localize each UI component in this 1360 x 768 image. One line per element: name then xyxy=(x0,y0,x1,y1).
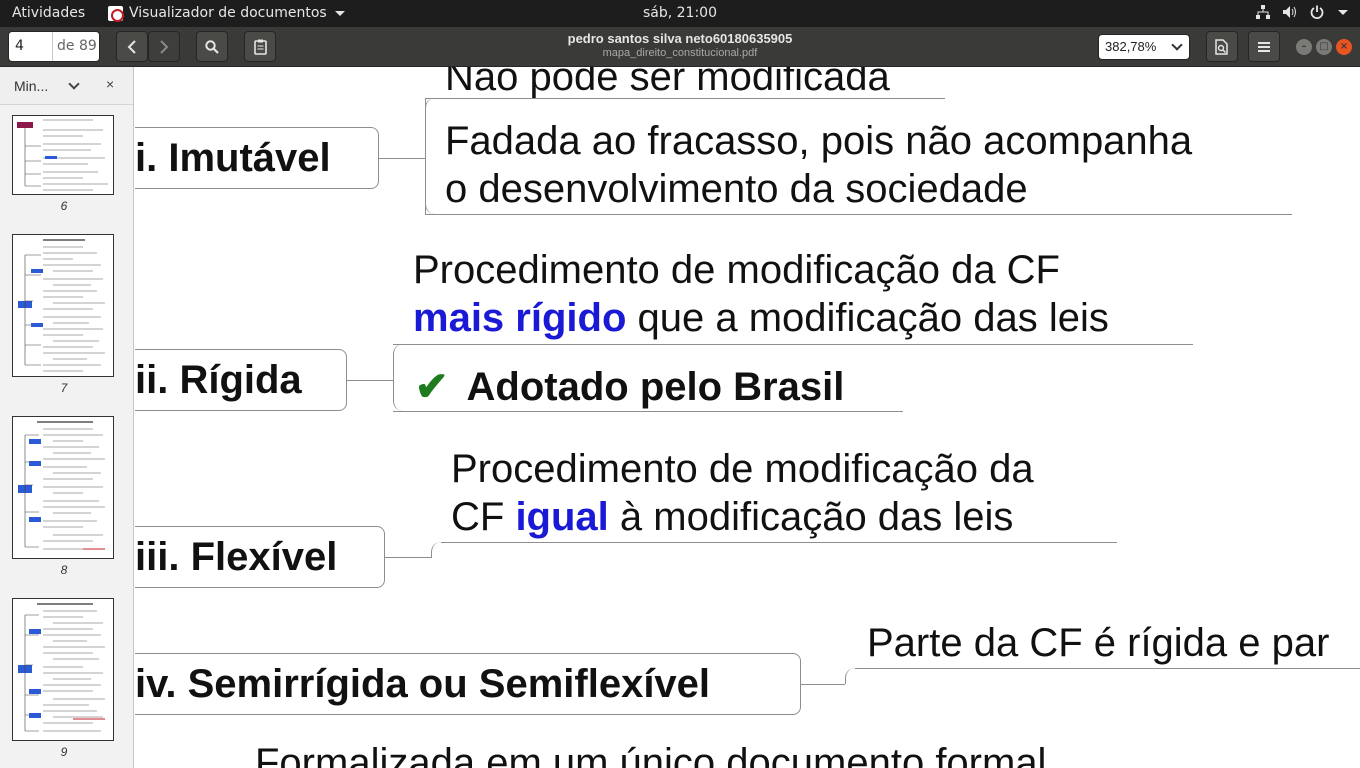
document-title: pedro santos silva neto60180635905 xyxy=(567,31,793,46)
page-thumbnail-9[interactable] xyxy=(12,598,114,741)
node-label: i. Imutável xyxy=(135,136,331,180)
thumbnail-preview xyxy=(18,421,105,550)
page-count-label: de 89 xyxy=(57,38,97,54)
system-top-bar: Atividades Visualizador de documentos sá… xyxy=(0,0,1360,27)
power-icon xyxy=(1310,5,1324,19)
document-viewer-headerbar: 4 de 89 pedro santos silva neto601806359… xyxy=(0,27,1360,67)
document-properties-button[interactable] xyxy=(1206,31,1238,62)
sidebar-header: Min... × xyxy=(0,67,133,105)
volume-icon xyxy=(1283,6,1296,18)
thumbnail-preview xyxy=(18,603,105,732)
leaf-underline xyxy=(425,214,1292,215)
page-thumbnail-7[interactable] xyxy=(12,234,114,377)
checkmark-icon: ✔ xyxy=(415,365,449,409)
thumbnail-page-number: 9 xyxy=(60,745,68,759)
leaf-text: Adotado pelo Brasil xyxy=(466,365,845,409)
clipboard-icon xyxy=(253,39,267,55)
leaf-underline xyxy=(441,542,1117,543)
system-tray[interactable] xyxy=(1256,5,1348,19)
mindmap-node-semirrigida: iv. Semirrígida ou Semiflexível xyxy=(135,653,801,715)
connector-line xyxy=(385,557,431,558)
thumbnail-preview xyxy=(18,239,105,372)
thumbnail-sidebar: Min... × 6 7 8 9 xyxy=(0,67,134,768)
window-title: pedro santos silva neto60180635905 mapa_… xyxy=(430,31,930,59)
page-number-input[interactable]: 4 xyxy=(9,32,53,61)
node-label: iii. Flexível xyxy=(135,535,338,579)
leaf-text: Parte da CF é rígida e par xyxy=(867,621,1330,665)
next-page-button[interactable] xyxy=(148,31,180,62)
page-thumbnail-6[interactable] xyxy=(12,115,114,195)
thumbnail-page-number: 8 xyxy=(60,563,68,577)
leaf-text-rich: CF igual à modificação das leis xyxy=(451,493,1013,541)
chevron-left-icon xyxy=(127,39,136,54)
leaf-text: CF xyxy=(451,495,516,539)
page-selector[interactable]: 4 de 89 xyxy=(8,31,100,62)
leaf-text: Não pode ser modificada xyxy=(445,67,890,99)
leaf-underline xyxy=(393,344,1193,345)
sidebar-mode-label[interactable]: Min... xyxy=(14,78,48,94)
connector-bracket xyxy=(425,98,437,214)
document-page-view[interactable]: Não pode ser modificada Fadada ao fracas… xyxy=(135,67,1360,768)
close-sidebar-icon[interactable]: × xyxy=(106,76,114,92)
leaf-text-rich: mais rígido que a modificação das leis xyxy=(413,294,1109,342)
document-filename: mapa_direito_constitucional.pdf xyxy=(602,47,758,59)
thumbnail-preview xyxy=(17,119,108,191)
emphasis-text: igual xyxy=(515,495,609,539)
mindmap-node-rigida: ii. Rígida xyxy=(135,349,347,411)
leaf-text: Procedimento de modificação da CF xyxy=(413,248,1060,292)
mindmap-node-flexivel: iii. Flexível xyxy=(135,526,385,588)
thumbnail-page-number: 7 xyxy=(60,381,68,395)
leaf-underline xyxy=(855,668,1360,669)
main-menu-button[interactable] xyxy=(1248,31,1280,62)
leaf-underline xyxy=(393,411,903,412)
leaf-text: Formalizada em um único documento formal xyxy=(255,741,1047,768)
maximize-window-button[interactable]: □ xyxy=(1316,39,1332,55)
connector-line xyxy=(801,684,845,685)
leaf-text: Procedimento de modificação da xyxy=(451,447,1034,491)
leaf-text: o desenvolvimento da sociedade xyxy=(445,167,1028,211)
minimize-window-button[interactable]: – xyxy=(1296,39,1312,55)
hamburger-menu-icon xyxy=(1258,41,1270,52)
leaf-text: à modificação das leis xyxy=(608,495,1014,539)
chevron-down-icon xyxy=(1171,39,1183,51)
zoom-value: 382,78% xyxy=(1105,39,1157,54)
adotado-row: ✔ Adotado pelo Brasil xyxy=(415,363,844,411)
search-button[interactable] xyxy=(196,31,228,62)
page-thumbnail-8[interactable] xyxy=(12,416,114,559)
zoom-selector[interactable]: 382,78% xyxy=(1098,34,1190,60)
leaf-underline xyxy=(425,98,945,99)
connector-bracket xyxy=(845,668,857,684)
caret-down-icon xyxy=(1338,9,1348,15)
chevron-down-icon[interactable] xyxy=(68,78,80,90)
connector-bracket xyxy=(393,344,405,411)
close-window-button[interactable]: × xyxy=(1336,39,1352,55)
connector-bracket xyxy=(431,542,443,558)
minimize-icon: – xyxy=(1301,41,1307,52)
leaf-text: que a modificação das leis xyxy=(626,296,1109,340)
emphasis-text: mais rígido xyxy=(413,296,627,340)
search-icon xyxy=(205,39,219,54)
thumbnail-page-number: 6 xyxy=(60,199,68,213)
node-label: iv. Semirrígida ou Semiflexível xyxy=(135,662,711,706)
document-search-icon xyxy=(1215,38,1228,55)
network-icon xyxy=(1256,5,1270,19)
connector-line xyxy=(379,158,425,159)
mindmap-node-imutavel: i. Imutável xyxy=(135,127,379,189)
chevron-right-icon xyxy=(160,39,169,54)
leaf-text: Fadada ao fracasso, pois não acompanha xyxy=(445,119,1193,163)
close-icon: × xyxy=(1339,41,1349,52)
previous-page-button[interactable] xyxy=(116,31,148,62)
clock[interactable]: sáb, 21:00 xyxy=(0,5,1360,21)
maximize-icon: □ xyxy=(1319,41,1329,52)
annotations-button[interactable] xyxy=(244,31,276,62)
connector-line xyxy=(347,380,393,381)
node-label: ii. Rígida xyxy=(135,358,302,402)
